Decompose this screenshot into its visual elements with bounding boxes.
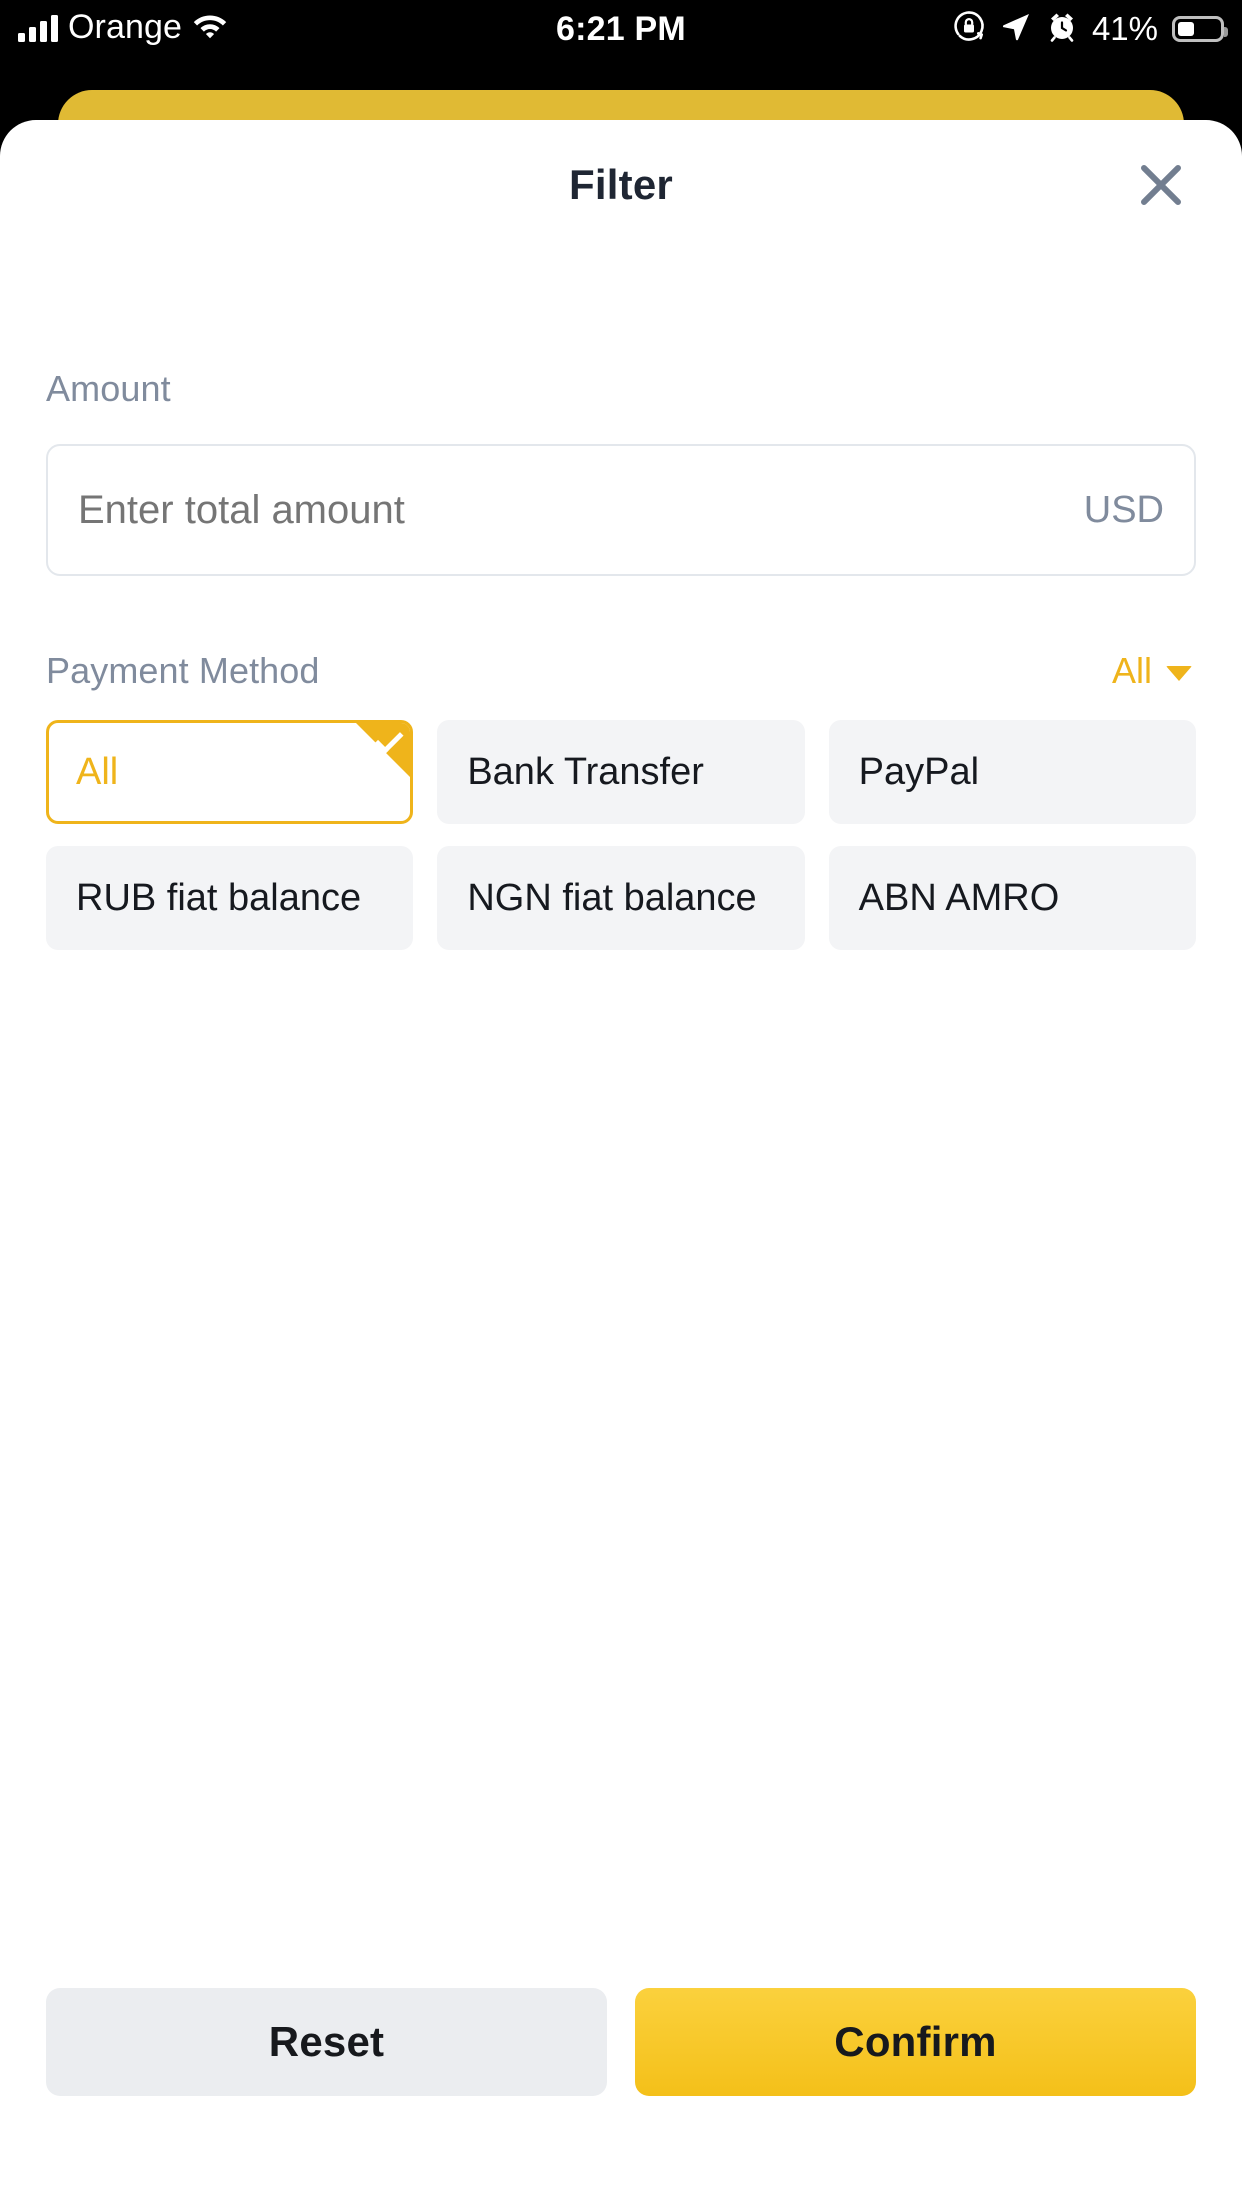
- payment-method-chip-label: ABN AMRO: [858, 876, 1060, 919]
- location-arrow-icon: [1000, 10, 1032, 47]
- payment-method-chip[interactable]: ABN AMRO: [828, 846, 1196, 950]
- amount-section: Amount USD: [46, 250, 1196, 576]
- battery-icon: [1172, 15, 1228, 42]
- payment-method-dropdown[interactable]: All: [1112, 650, 1196, 692]
- payment-method-chip-label: PayPal: [858, 750, 980, 793]
- status-bar: Orange 6:21 PM 41%: [0, 0, 1242, 62]
- sheet-header: Filter: [0, 120, 1242, 250]
- filter-bottom-sheet: Filter Amount USD P: [0, 120, 1242, 2208]
- payment-method-label: Payment Method: [46, 650, 320, 691]
- page-title: Filter: [569, 161, 673, 208]
- payment-method-chip-label: RUB fiat balance: [76, 876, 362, 919]
- payment-method-chip[interactable]: NGN fiat balance: [437, 846, 805, 950]
- rotation-lock-icon: [952, 9, 986, 48]
- reset-button[interactable]: Reset: [46, 1988, 607, 2096]
- payment-method-chip[interactable]: Bank Transfer: [437, 720, 805, 824]
- close-button[interactable]: [1118, 142, 1204, 228]
- payment-method-chip-label: Bank Transfer: [467, 750, 704, 793]
- payment-method-dropdown-value: All: [1111, 650, 1152, 691]
- amount-label: Amount: [46, 368, 171, 409]
- battery-percent: 41%: [1091, 9, 1158, 47]
- payment-method-chip[interactable]: All: [46, 720, 414, 824]
- payment-method-chip-grid: All Bank Transfer PayPal RUB fiat balance NG…: [46, 720, 1196, 950]
- payment-method-chip-label: All: [76, 750, 119, 793]
- alarm-clock-icon: [1046, 10, 1078, 47]
- payment-method-header: Payment Method All: [46, 650, 1196, 692]
- payment-method-chip[interactable]: RUB fiat balance: [46, 846, 414, 950]
- close-icon: [1135, 159, 1187, 211]
- sheet-footer: Reset Confirm: [0, 1988, 1242, 2208]
- payment-method-chip[interactable]: PayPal: [828, 720, 1196, 824]
- chevron-down-icon: [1166, 665, 1192, 681]
- confirm-button[interactable]: Confirm: [635, 1988, 1196, 2096]
- payment-method-section: Payment Method All All Bank Transfer PayPa…: [46, 576, 1196, 950]
- amount-input-wrapper[interactable]: USD: [46, 444, 1196, 576]
- phone-screen: Orange 6:21 PM 41% Filter Amount Enter t…: [0, 0, 1242, 2208]
- payment-method-chip-label: NGN fiat balance: [467, 876, 757, 919]
- status-bar-right: 41%: [952, 9, 1228, 48]
- sheet-body: Amount USD Payment Method All All Bank Tr…: [0, 250, 1242, 1988]
- amount-currency-label: USD: [1083, 488, 1164, 531]
- amount-input[interactable]: [78, 487, 1068, 533]
